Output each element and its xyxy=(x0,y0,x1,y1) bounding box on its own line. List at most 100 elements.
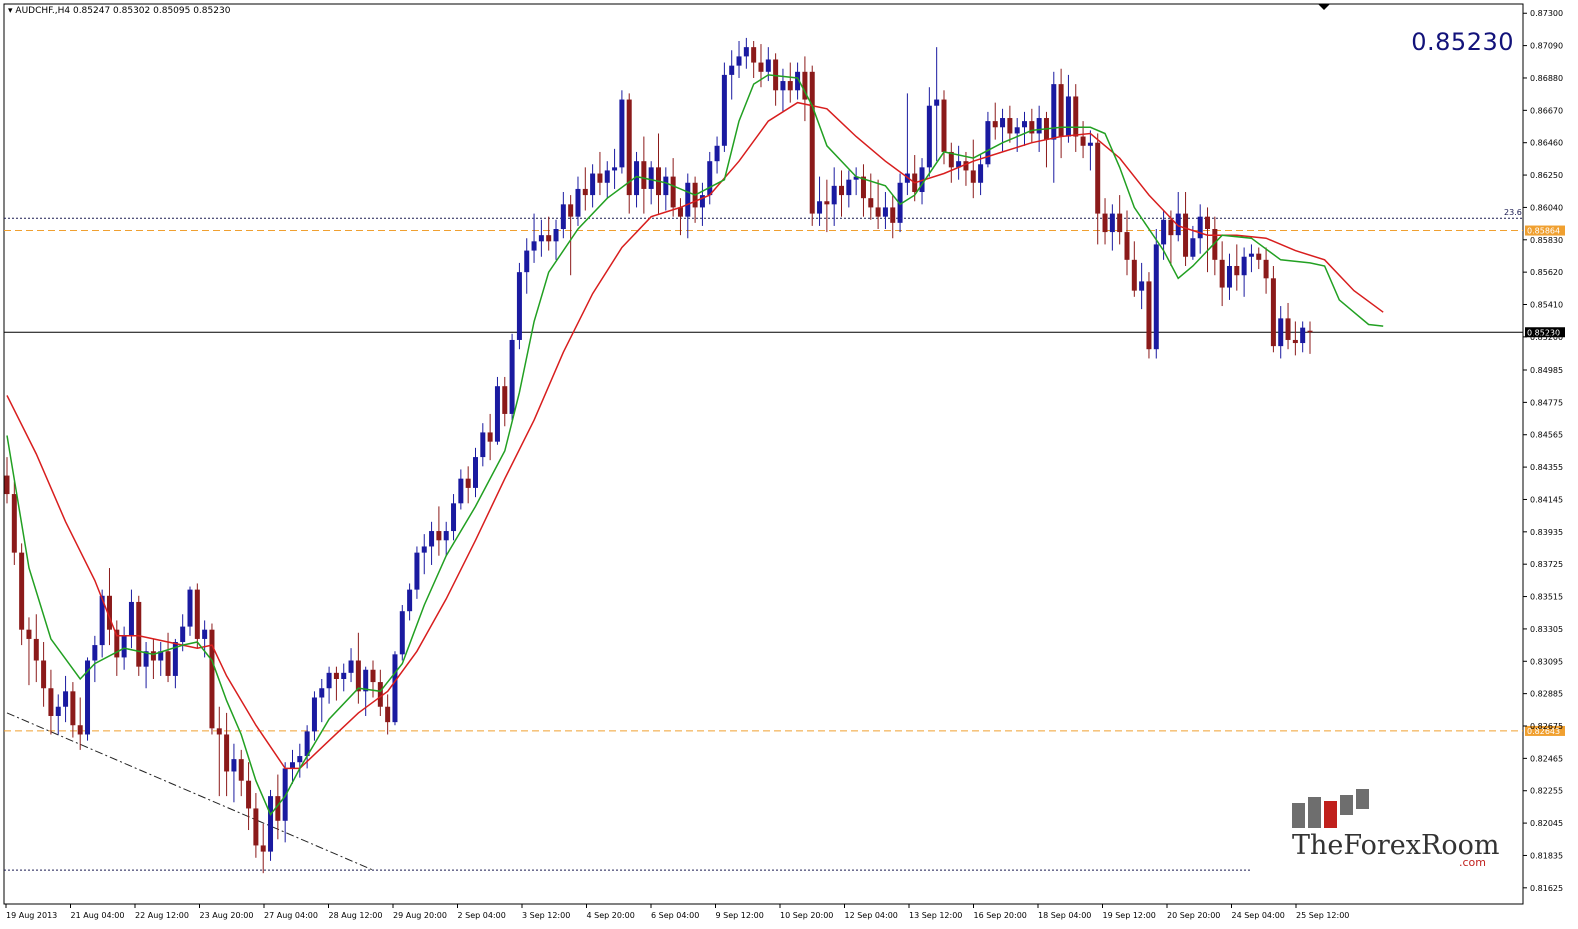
x-tick-label: 12 Sep 04:00 xyxy=(845,911,898,920)
level-price-label: 0.85864 xyxy=(1527,227,1560,236)
candle-body xyxy=(743,47,749,57)
candle-body xyxy=(180,626,186,643)
candle-body xyxy=(560,204,566,229)
candle-body xyxy=(502,386,508,414)
time-axis: 19 Aug 2013 21 Aug 04:00 22 Aug 12:00 23 Au… xyxy=(5,904,1349,920)
candle-body xyxy=(385,706,391,723)
candle-body xyxy=(494,386,500,442)
collapse-arrow-icon[interactable]: ▾ xyxy=(8,6,13,16)
candle-body xyxy=(165,651,171,676)
x-tick-label: 22 Aug 12:00 xyxy=(135,911,189,920)
candle-body xyxy=(1234,265,1240,276)
y-tick-label: 0.83725 xyxy=(1530,560,1563,569)
x-tick-label: 19 Aug 2013 xyxy=(6,911,57,920)
candle-body xyxy=(341,672,347,679)
candle-body xyxy=(136,601,142,667)
candle-body xyxy=(824,201,830,205)
candle-body xyxy=(992,121,998,128)
candle-body xyxy=(1285,318,1291,340)
x-tick-label: 24 Sep 04:00 xyxy=(1232,911,1285,920)
candle-body xyxy=(685,182,691,217)
candle-body xyxy=(1183,213,1189,257)
candle-body xyxy=(55,706,61,716)
candle-body xyxy=(121,635,127,658)
candle-body xyxy=(751,47,757,63)
candle-body xyxy=(238,759,244,781)
candle-body xyxy=(648,167,654,189)
logo-bar xyxy=(1356,789,1369,809)
candle-body xyxy=(451,503,457,532)
candle-body xyxy=(443,531,449,541)
candle-body xyxy=(429,531,435,547)
candle-body xyxy=(150,651,156,661)
y-tick-label: 0.84565 xyxy=(1530,431,1563,440)
y-tick-label: 0.87300 xyxy=(1530,9,1563,18)
candle-body xyxy=(48,688,54,716)
candle-body xyxy=(1022,121,1028,128)
candle-body xyxy=(480,432,486,458)
candle-body xyxy=(612,167,618,171)
x-tick-label: 3 Sep 12:00 xyxy=(522,911,570,920)
candle-body xyxy=(194,589,200,639)
candle-body xyxy=(1197,216,1203,239)
y-tick-label: 0.82045 xyxy=(1530,819,1563,828)
y-tick-label: 0.85410 xyxy=(1530,301,1563,310)
candle-body xyxy=(597,173,603,183)
logo-bar xyxy=(1292,803,1305,828)
x-tick-label: 4 Sep 20:00 xyxy=(587,911,635,920)
candle-body xyxy=(399,611,405,655)
candle-body xyxy=(1000,118,1006,128)
candle-body xyxy=(363,669,369,692)
x-tick-label: 29 Aug 20:00 xyxy=(393,911,447,920)
candle-body xyxy=(77,725,83,735)
candle-body xyxy=(1073,96,1079,137)
candle-body xyxy=(348,660,354,673)
y-tick-label: 0.86460 xyxy=(1530,139,1563,148)
y-tick-label: 0.86250 xyxy=(1530,171,1563,180)
candle-body xyxy=(1205,216,1211,229)
candle-body xyxy=(1131,259,1137,291)
candle-body xyxy=(590,173,596,196)
y-tick-label: 0.83935 xyxy=(1530,528,1563,537)
candle-body xyxy=(1124,232,1130,260)
y-tick-label: 0.84775 xyxy=(1530,398,1563,407)
candle-body xyxy=(553,229,559,242)
candle-body xyxy=(890,207,896,223)
y-tick-label: 0.83305 xyxy=(1530,625,1563,634)
y-tick-label: 0.84985 xyxy=(1530,366,1563,375)
x-tick-label: 18 Sep 04:00 xyxy=(1038,911,1091,920)
x-tick-label: 16 Sep 20:00 xyxy=(974,911,1027,920)
candle-body xyxy=(1168,219,1174,236)
candle-body xyxy=(63,691,69,707)
candle-body xyxy=(568,204,574,217)
price-chart[interactable]: 0.858640.826430.8523023.6 0.873000.87090… xyxy=(0,0,1578,929)
candle-body xyxy=(421,546,427,553)
candle-body xyxy=(538,235,544,242)
candle-body xyxy=(780,81,786,91)
x-tick-label: 21 Aug 04:00 xyxy=(71,911,125,920)
candle-body xyxy=(736,56,742,66)
candle-body xyxy=(509,339,515,414)
y-tick-label: 0.82885 xyxy=(1530,690,1563,699)
x-tick-label: 6 Sep 04:00 xyxy=(651,911,699,920)
candle-body xyxy=(809,71,815,214)
candle-body xyxy=(831,185,837,205)
ohlc-values: 0.85247 0.85302 0.85095 0.85230 xyxy=(72,6,231,16)
y-tick-label: 0.83095 xyxy=(1530,657,1563,666)
candle-body xyxy=(926,105,932,168)
candle-body xyxy=(1065,96,1071,137)
candle-body xyxy=(41,660,47,689)
candle-body xyxy=(311,697,317,732)
y-tick-label: 0.85620 xyxy=(1530,268,1563,277)
y-tick-label: 0.81835 xyxy=(1530,851,1563,860)
candle-body xyxy=(524,250,530,273)
candle-body xyxy=(868,198,874,208)
candle-body xyxy=(1256,253,1262,260)
chart-window: { "header": { "symbol_text": "AUDCHF.,H4… xyxy=(0,0,1578,929)
x-tick-label: 28 Aug 12:00 xyxy=(329,911,383,920)
candle-body xyxy=(1270,278,1276,347)
x-tick-label: 19 Sep 12:00 xyxy=(1103,911,1156,920)
candle-body xyxy=(407,589,413,612)
candle-body xyxy=(70,691,76,726)
candle-body xyxy=(1139,281,1145,291)
